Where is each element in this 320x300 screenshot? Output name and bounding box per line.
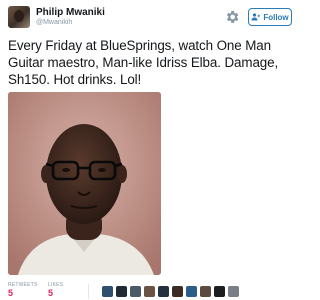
tweet-header: Philip Mwaniki @Mwanikih Follow [8, 6, 292, 28]
liker-avatars [102, 286, 239, 297]
likes-count: 5 [48, 288, 54, 298]
liker-avatar[interactable] [172, 286, 183, 297]
tweet-stats: RETWEETS 5 LIKES 5 [8, 282, 292, 300]
liker-avatar[interactable] [116, 286, 127, 297]
liker-avatar[interactable] [186, 286, 197, 297]
liker-avatar[interactable] [130, 286, 141, 297]
author-handle[interactable]: @Mwanikih [36, 19, 72, 26]
liker-avatar[interactable] [214, 286, 225, 297]
likes-stat[interactable]: LIKES 5 [48, 282, 63, 298]
liker-avatar[interactable] [200, 286, 211, 297]
liker-avatar[interactable] [102, 286, 113, 297]
liker-avatar[interactable] [144, 286, 155, 297]
follow-button[interactable]: Follow [248, 8, 292, 26]
tweet-photo[interactable] [8, 92, 161, 275]
author-name[interactable]: Philip Mwaniki [36, 7, 105, 18]
tweet-text: Every Friday at BlueSprings, watch One M… [8, 38, 279, 87]
stats-divider [88, 284, 89, 299]
author-avatar[interactable] [8, 6, 30, 28]
add-user-icon [251, 13, 261, 21]
liker-avatar[interactable] [158, 286, 169, 297]
photo-portrait [8, 92, 161, 275]
retweets-stat[interactable]: RETWEETS 5 [8, 282, 37, 298]
gear-icon[interactable] [224, 9, 240, 25]
liker-avatar[interactable] [228, 286, 239, 297]
retweets-count: 5 [8, 288, 14, 298]
follow-label: Follow [263, 12, 289, 22]
